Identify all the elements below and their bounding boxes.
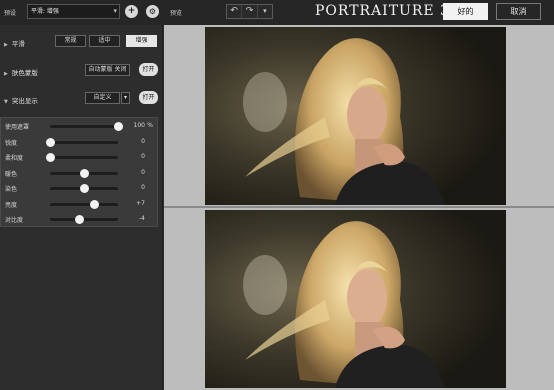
smoothing-title: 平滑: [11, 40, 25, 48]
cancel-button[interactable]: 取消: [496, 3, 541, 20]
slider-label: 对比度: [5, 217, 24, 224]
undo-button[interactable]: ↶: [227, 5, 243, 18]
smoothing-option-normal[interactable]: 常规: [55, 35, 86, 47]
enhancement-mode-select[interactable]: 自定义: [85, 92, 120, 104]
slider-value: -4: [139, 215, 145, 222]
slider-handle[interactable]: [46, 137, 55, 147]
slider-label: 染色: [5, 186, 18, 193]
slider-label: 暖色: [5, 170, 18, 178]
slider-value: 100: [133, 122, 145, 129]
ok-button[interactable]: 好的: [443, 3, 488, 20]
slider-value: 0: [141, 184, 145, 191]
enhancements-section-header[interactable]: ▼ 突出显示: [4, 95, 38, 105]
preset-dropdown[interactable]: 平滑: 增强 ▾: [27, 4, 120, 19]
slider-handle[interactable]: [80, 184, 89, 193]
enhancements-toggle[interactable]: 打开: [139, 91, 158, 104]
smoothing-section-header[interactable]: ▶ 平滑: [4, 38, 25, 48]
expand-triangle-icon: ▶: [4, 71, 8, 77]
enhancement-sliders: 使用遮罩 100% 锐度 0 柔和度 0 暖色 0 染色 0 亮度 +7 对比度 -4: [0, 117, 158, 227]
settings-panel: ▶ 平滑 常规 适中 增强 ▶ 肤色蒙版 自动蒙版 关闭 打开 ▼ 突出显示 自定义 …: [0, 25, 163, 390]
chevron-down-icon: ▾: [123, 94, 127, 101]
slider-row: 锐度 0: [1, 136, 159, 148]
portrait-image-original: [205, 27, 506, 205]
skin-mask-section-header[interactable]: ▶ 肤色蒙版: [4, 67, 38, 77]
slider-track[interactable]: [50, 199, 118, 209]
enhancements-title: 突出显示: [11, 97, 38, 105]
slider-value: +7: [136, 199, 145, 207]
slider-row: 柔和度 0: [1, 151, 159, 163]
redo-button[interactable]: ↷: [242, 5, 258, 18]
result-photo: [205, 210, 506, 388]
skin-mask-title: 肤色蒙版: [11, 69, 38, 77]
original-photo: [205, 27, 506, 205]
preset-value: 平滑: 增强: [31, 8, 59, 15]
slider-handle[interactable]: [114, 122, 123, 131]
slider-track[interactable]: [50, 168, 118, 178]
slider-row: 染色 0: [1, 182, 159, 194]
slider-label: 锐度: [5, 139, 18, 147]
slider-value: 0: [141, 137, 145, 145]
collapse-triangle-icon: ▶: [4, 42, 8, 48]
plus-icon: +: [127, 6, 136, 16]
slider-row: 亮度 +7: [1, 198, 159, 210]
slider-row: 使用遮罩 100%: [1, 120, 159, 132]
slider-value: 0: [141, 153, 145, 160]
settings-button[interactable]: ⚙: [146, 5, 159, 18]
undo-redo-group: ↶ ↷ ▾: [226, 4, 273, 19]
slider-handle[interactable]: [80, 168, 89, 178]
chevron-down-icon: ▾: [113, 7, 117, 15]
smoothing-option-medium[interactable]: 适中: [89, 35, 120, 47]
slider-row: 对比度 -4: [1, 213, 159, 225]
preset-label: 预设: [4, 10, 17, 17]
slider-label: 亮度: [5, 201, 18, 209]
smoothing-option-strong[interactable]: 增强: [126, 35, 157, 47]
skin-mask-toggle[interactable]: 打开: [139, 63, 158, 76]
slider-track[interactable]: [50, 215, 118, 224]
slider-label: 使用遮罩: [5, 124, 30, 131]
history-dropdown-button[interactable]: ▾: [258, 5, 272, 18]
slider-row: 暖色 0: [1, 167, 159, 179]
collapse-triangle-icon: ▼: [4, 99, 8, 105]
slider-value: 0: [141, 168, 145, 176]
auto-mask-button[interactable]: 自动蒙版 关闭: [85, 64, 130, 76]
gear-icon: ⚙: [148, 7, 157, 16]
app-title: PORTRAITURE 3ai: [315, 3, 464, 19]
slider-handle[interactable]: [46, 153, 55, 162]
slider-handle[interactable]: [74, 215, 84, 224]
portrait-image-result: [205, 210, 506, 388]
slider-handle[interactable]: [89, 199, 99, 209]
preview-canvas[interactable]: [164, 25, 554, 390]
slider-track[interactable]: [50, 122, 123, 131]
add-preset-button[interactable]: +: [125, 5, 138, 18]
split-view-divider[interactable]: [164, 206, 554, 208]
slider-unit: %: [147, 122, 153, 129]
slider-track[interactable]: [50, 184, 118, 193]
preview-label[interactable]: 预览: [170, 8, 182, 17]
slider-track[interactable]: [46, 137, 118, 147]
slider-label: 柔和度: [5, 155, 24, 162]
slider-track[interactable]: [46, 153, 118, 162]
app-title-text: PORTRAITURE 3: [315, 3, 450, 19]
enhancement-mode-dropdown[interactable]: ▾: [121, 92, 130, 104]
top-toolbar: 预设 平滑: 增强 ▾ + ⚙ 预览 ↶ ↷ ▾ PORTRAITURE 3ai…: [0, 0, 554, 25]
